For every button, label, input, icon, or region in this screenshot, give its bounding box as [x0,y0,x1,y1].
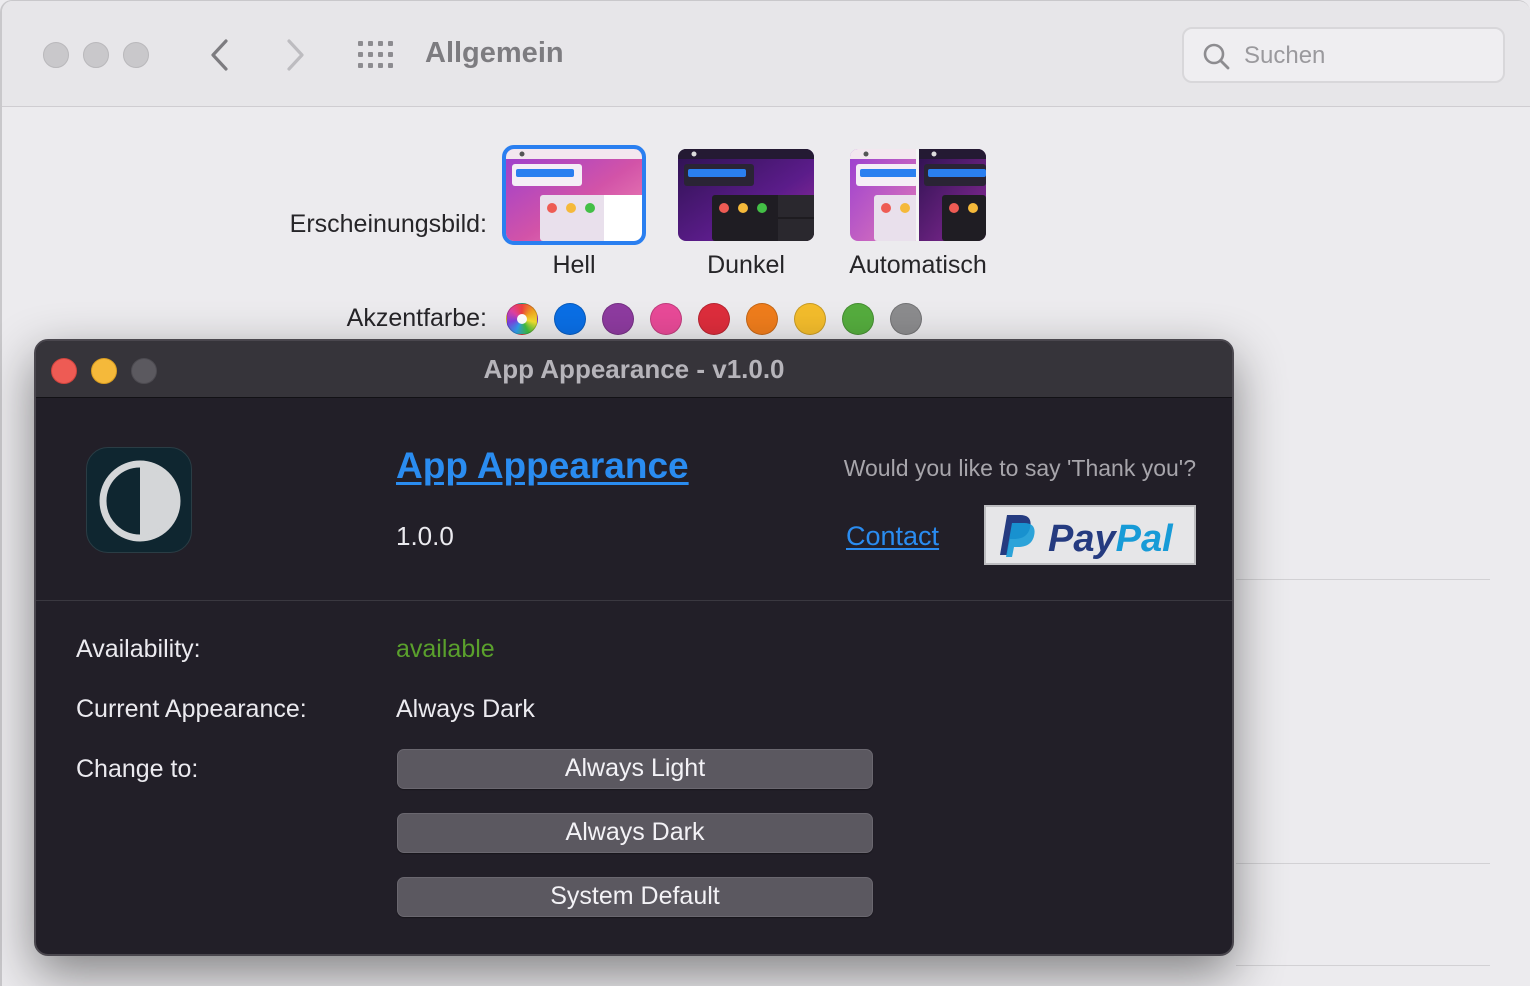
availability-value: available [396,635,495,663]
appearance-option-light-label: Hell [552,251,596,279]
appearance-thumb-dark[interactable] [678,149,814,241]
back-chevron-icon[interactable] [205,35,235,75]
header-divider [36,600,1232,601]
accent-color-label: Akzentfarbe: [346,304,487,332]
accent-pink[interactable] [650,303,682,335]
accent-orange[interactable] [746,303,778,335]
window-title: App Appearance - v1.0.0 [483,354,785,384]
appearance-option-auto-label: Automatisch [849,251,987,279]
app-icon [86,447,192,553]
appearance-option-dark-label: Dunkel [707,251,785,279]
search-icon [1203,43,1230,70]
prefs-page-title: Allgemein [425,37,564,69]
accent-multicolor[interactable] [506,303,538,335]
search-input[interactable] [1244,39,1484,73]
current-appearance-label: Current Appearance: [76,695,307,723]
app-appearance-window: App Appearance - v1.0.0 App Appearance 1… [34,339,1234,956]
prefs-separator [1236,863,1490,864]
paypal-wordmark-pay: PayPal [1048,518,1174,560]
current-appearance-value: Always Dark [396,695,535,723]
appearance-label: Erscheinungsbild: [289,210,487,238]
accent-graphite[interactable] [890,303,922,335]
accent-purple[interactable] [602,303,634,335]
window-titlebar[interactable]: App Appearance - v1.0.0 [36,341,1232,398]
show-all-grid-icon[interactable] [358,41,394,69]
accent-green[interactable] [842,303,874,335]
paypal-donate-button[interactable]: PayPal [984,505,1196,565]
minimize-button-inactive[interactable] [83,42,109,68]
change-to-label: Change to: [76,755,199,783]
paypal-logo-icon: PayPal [1000,515,1174,560]
appearance-thumb-auto[interactable] [850,149,986,241]
contact-link[interactable]: Contact [846,521,939,552]
app-version: 1.0.0 [396,521,454,551]
accent-blue[interactable] [554,303,586,335]
availability-label: Availability: [76,635,201,663]
search-field[interactable] [1182,27,1505,83]
half-circle-icon [99,460,181,542]
appearance-thumb-light[interactable] [502,145,646,245]
zoom-button-inactive[interactable] [123,42,149,68]
thank-you-text: Would you like to say 'Thank you'? [843,455,1196,481]
app-name-link[interactable]: App Appearance [396,445,689,487]
prefs-toolbar: Allgemein [2,1,1530,107]
close-button-inactive[interactable] [43,42,69,68]
always-light-button[interactable]: Always Light [397,749,873,789]
always-dark-button[interactable]: Always Dark [397,813,873,853]
prefs-separator [1236,579,1490,580]
accent-red[interactable] [698,303,730,335]
system-default-button[interactable]: System Default [397,877,873,917]
forward-chevron-icon[interactable] [280,35,310,75]
prefs-separator [1236,965,1490,966]
accent-yellow[interactable] [794,303,826,335]
